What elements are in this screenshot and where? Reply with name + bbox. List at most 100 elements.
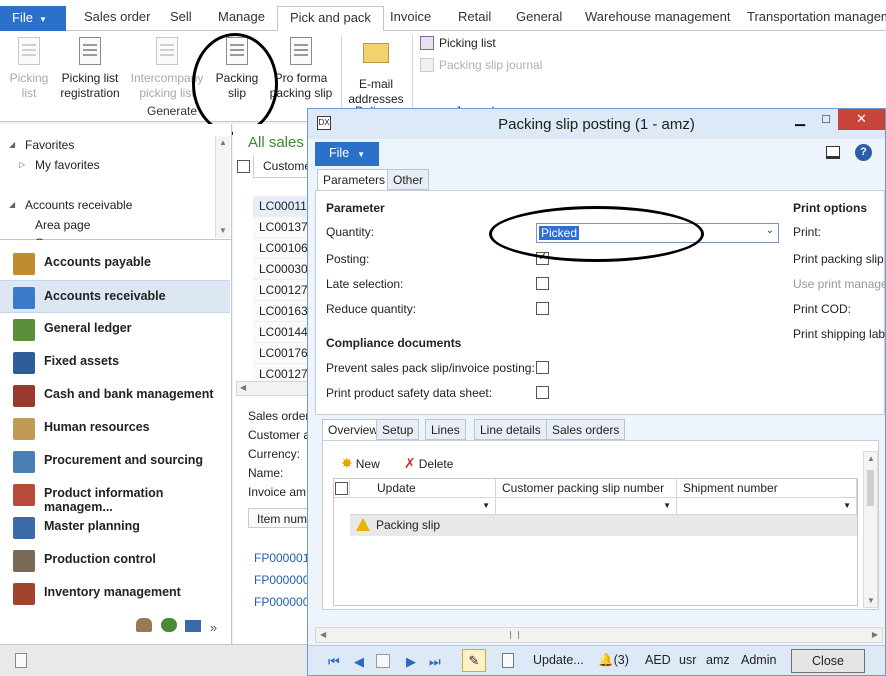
invoice-link[interactable]: FP000000 (254, 595, 309, 609)
module-master-planning[interactable]: Master planning (0, 511, 230, 544)
module-cash-and-bank[interactable]: Cash and bank management (0, 379, 230, 412)
tab-overview[interactable]: Overview (322, 419, 385, 441)
first-record-icon[interactable]: ⏮ (328, 654, 340, 670)
scroll-right-icon[interactable]: ▶ (872, 630, 878, 639)
collapse-triangle-icon[interactable]: ◢ (9, 200, 15, 209)
filter-dropdown-shipment-number[interactable]: ▼ (677, 498, 857, 515)
list-item[interactable]: LC001443 (253, 322, 313, 343)
help-icon[interactable]: ? (855, 144, 872, 161)
prevent-posting-checkbox[interactable] (536, 361, 549, 374)
org-icon[interactable] (160, 618, 177, 632)
scroll-up-icon[interactable]: ▲ (867, 454, 875, 463)
edit-pencil-icon[interactable]: ✎ (462, 649, 486, 672)
tab-other[interactable]: Other (387, 169, 430, 190)
scroll-up-icon[interactable]: ▲ (216, 136, 230, 150)
scroll-down-icon[interactable]: ▼ (867, 596, 875, 605)
item-number-column[interactable]: Item numb (248, 508, 313, 528)
packing-slip-journal-button[interactable]: Packing slip journal (420, 58, 542, 72)
picking-list-small-button[interactable]: Picking list (420, 36, 496, 50)
alerts-indicator[interactable]: 🔔(3) (598, 653, 629, 668)
late-selection-checkbox[interactable] (536, 277, 549, 290)
tab-invoice[interactable]: Invoice (390, 9, 431, 24)
tab-parameters[interactable]: Parameters (317, 169, 392, 191)
tab-pick-and-pack[interactable]: Pick and pack (277, 6, 384, 32)
nav-favorites[interactable]: Favorites (25, 138, 74, 152)
print-safety-sheet-checkbox[interactable] (536, 386, 549, 399)
scroll-thumb[interactable] (867, 470, 874, 506)
module-accounts-payable[interactable]: Accounts payable (0, 247, 230, 280)
invoice-link[interactable]: FP000000 (254, 573, 309, 587)
close-window-button[interactable]: ✕ (838, 109, 885, 130)
module-accounts-receivable[interactable]: Accounts receivable (0, 280, 230, 313)
scroll-thumb[interactable] (510, 631, 519, 639)
module-procurement[interactable]: Procurement and sourcing (0, 445, 230, 478)
tab-sales-orders[interactable]: Sales orders (546, 419, 626, 440)
list-item[interactable]: LC000307 (253, 259, 313, 280)
table-row[interactable]: Packing slip (350, 515, 857, 536)
new-button[interactable]: ✸ New (341, 455, 380, 472)
module-inventory-management[interactable]: Inventory management (0, 577, 230, 610)
maximize-button[interactable]: □ (812, 109, 840, 130)
module-general-ledger[interactable]: General ledger (0, 313, 230, 346)
tab-lines[interactable]: Lines (425, 419, 466, 440)
last-record-icon[interactable]: ⏭ (429, 654, 441, 670)
picking-list-registration-button[interactable]: Picking list registration (58, 37, 122, 101)
chevron-down-icon[interactable]: ⌄ (766, 225, 774, 236)
document-icon[interactable] (502, 653, 514, 668)
tab-retail[interactable]: Retail (458, 9, 491, 24)
collapse-triangle-icon[interactable]: ◢ (9, 140, 15, 149)
list-item[interactable]: LC001760 (253, 343, 313, 364)
list-item[interactable]: LC001271 (253, 280, 313, 301)
list-item[interactable]: LC001374 (253, 217, 313, 238)
filter-dropdown-update[interactable]: ▼ (350, 498, 496, 515)
tab-general[interactable]: General (516, 9, 562, 24)
people-icon[interactable] (136, 618, 152, 632)
tab-warehouse-management[interactable]: Warehouse management (585, 9, 731, 24)
tab-sales-order[interactable]: Sales order (84, 9, 150, 24)
close-button[interactable]: Close (791, 649, 865, 673)
file-menu-tab[interactable]: File ▼ (0, 6, 66, 31)
list-horizontal-scrollbar[interactable]: ◀ (236, 381, 313, 396)
tab-line-details[interactable]: Line details (474, 419, 547, 440)
tab-manage[interactable]: Manage (218, 9, 265, 24)
tab-transportation-management[interactable]: Transportation manageme (747, 9, 886, 24)
tab-sell[interactable]: Sell (170, 9, 192, 24)
dialog-horizontal-scrollbar[interactable]: ◀ ▶ (315, 627, 883, 643)
column-header-shipment-number[interactable]: Shipment number (677, 479, 857, 498)
nav-tree-scrollbar[interactable]: ▲ ▼ (215, 136, 230, 238)
minimize-button[interactable]: ▁ (786, 109, 814, 130)
reduce-quantity-checkbox[interactable] (536, 302, 549, 315)
previous-record-icon[interactable]: ◀ (354, 654, 364, 670)
filter-dropdown-customer-packing-slip[interactable]: ▼ (496, 498, 677, 515)
scroll-down-icon[interactable]: ▼ (216, 224, 230, 238)
module-human-resources[interactable]: Human resources (0, 412, 230, 445)
monitor-icon[interactable] (185, 620, 202, 632)
select-all-checkbox[interactable] (237, 160, 250, 173)
module-product-information[interactable]: Product information managem... (0, 478, 230, 514)
nav-accounts-receivable[interactable]: Accounts receivable (25, 198, 132, 212)
list-item[interactable]: LC001067 (253, 238, 313, 259)
module-production-control[interactable]: Production control (0, 544, 230, 577)
next-record-icon[interactable]: ▶ (406, 654, 416, 670)
picking-list-button[interactable]: Picking list (6, 37, 52, 101)
list-item[interactable]: LC000117 (253, 196, 313, 217)
nav-area-page[interactable]: Area page (35, 218, 90, 232)
email-addresses-button[interactable]: E-mail addresses (346, 37, 406, 107)
tab-setup[interactable]: Setup (376, 419, 420, 440)
delete-button[interactable]: ✗ Delete (404, 455, 453, 472)
list-item[interactable]: LC001639 (253, 301, 313, 322)
grid-select-all-checkbox[interactable] (335, 482, 348, 495)
status-update[interactable]: Update... (533, 653, 584, 667)
module-fixed-assets[interactable]: Fixed assets (0, 346, 230, 379)
expand-triangle-icon[interactable]: ▷ (19, 160, 25, 169)
scroll-left-icon[interactable]: ◀ (320, 630, 326, 639)
grid-vertical-scrollbar[interactable]: ▲ ▼ (863, 451, 878, 608)
nav-common[interactable]: Common (35, 236, 84, 240)
record-position-icon[interactable] (376, 654, 390, 668)
column-header-customer-packing-slip-number[interactable]: Customer packing slip number (496, 479, 677, 498)
dialog-file-menu[interactable]: File ▼ (315, 142, 379, 166)
invoice-link[interactable]: FP000001 (254, 551, 309, 565)
column-header-customer[interactable]: Customer (253, 156, 313, 178)
nav-my-favorites[interactable]: My favorites (35, 158, 100, 172)
more-chevron-icon[interactable]: » (210, 620, 217, 635)
